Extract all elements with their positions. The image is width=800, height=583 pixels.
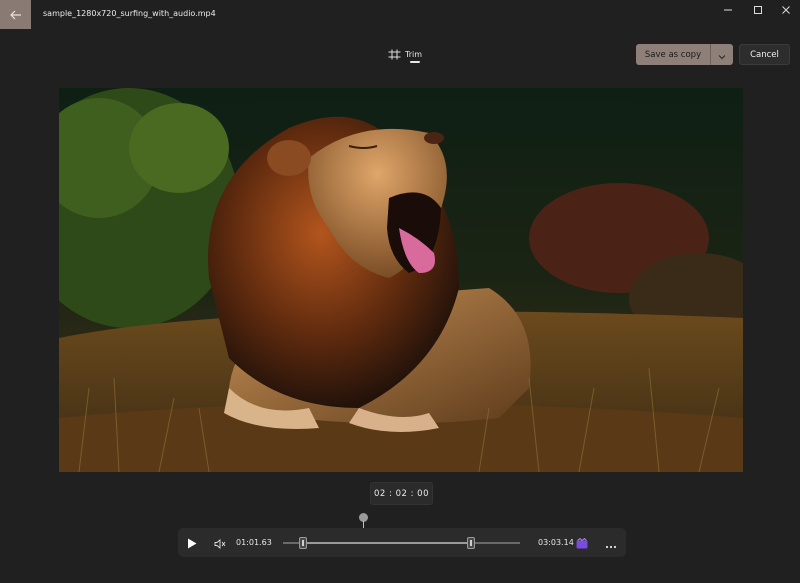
save-options-dropdown[interactable] (711, 44, 733, 65)
trim-icon (388, 45, 401, 64)
save-as-copy-button[interactable]: Save as copy (636, 44, 710, 65)
back-button[interactable] (0, 0, 31, 29)
chevron-down-icon (718, 45, 726, 64)
more-options-icon (605, 534, 617, 553)
play-icon (187, 534, 197, 553)
more-options-button[interactable] (603, 535, 619, 551)
maximize-icon (753, 0, 763, 19)
close-button[interactable] (770, 0, 800, 18)
trim-end-time: 03:03.14 (538, 538, 574, 547)
video-frame (59, 88, 743, 472)
trim-end-handle[interactable] (467, 537, 475, 549)
minimize-button[interactable] (712, 0, 744, 18)
tab-trim-label: Trim (405, 49, 423, 59)
trim-start-handle[interactable] (299, 537, 307, 549)
window-title: sample_1280x720_surfing_with_audio.mp4 (43, 9, 216, 18)
tab-trim-indicator (410, 61, 420, 63)
save-split-button: Save as copy (636, 44, 733, 65)
title-bar: sample_1280x720_surfing_with_audio.mp4 (0, 0, 800, 30)
close-icon (781, 0, 791, 19)
mute-button[interactable] (212, 535, 228, 551)
minimize-icon (723, 0, 733, 19)
trim-start-time: 01:01.63 (236, 538, 272, 547)
play-button[interactable] (184, 535, 200, 551)
volume-muted-icon (214, 534, 226, 553)
clipchamp-icon (576, 534, 588, 553)
video-preview[interactable] (59, 88, 743, 472)
current-time-display: 02 : 02 : 00 (370, 482, 433, 505)
cancel-button[interactable]: Cancel (739, 44, 790, 65)
clipchamp-button[interactable] (574, 535, 590, 551)
timeline-selected-range (303, 542, 471, 544)
arrow-left-icon (9, 5, 22, 24)
